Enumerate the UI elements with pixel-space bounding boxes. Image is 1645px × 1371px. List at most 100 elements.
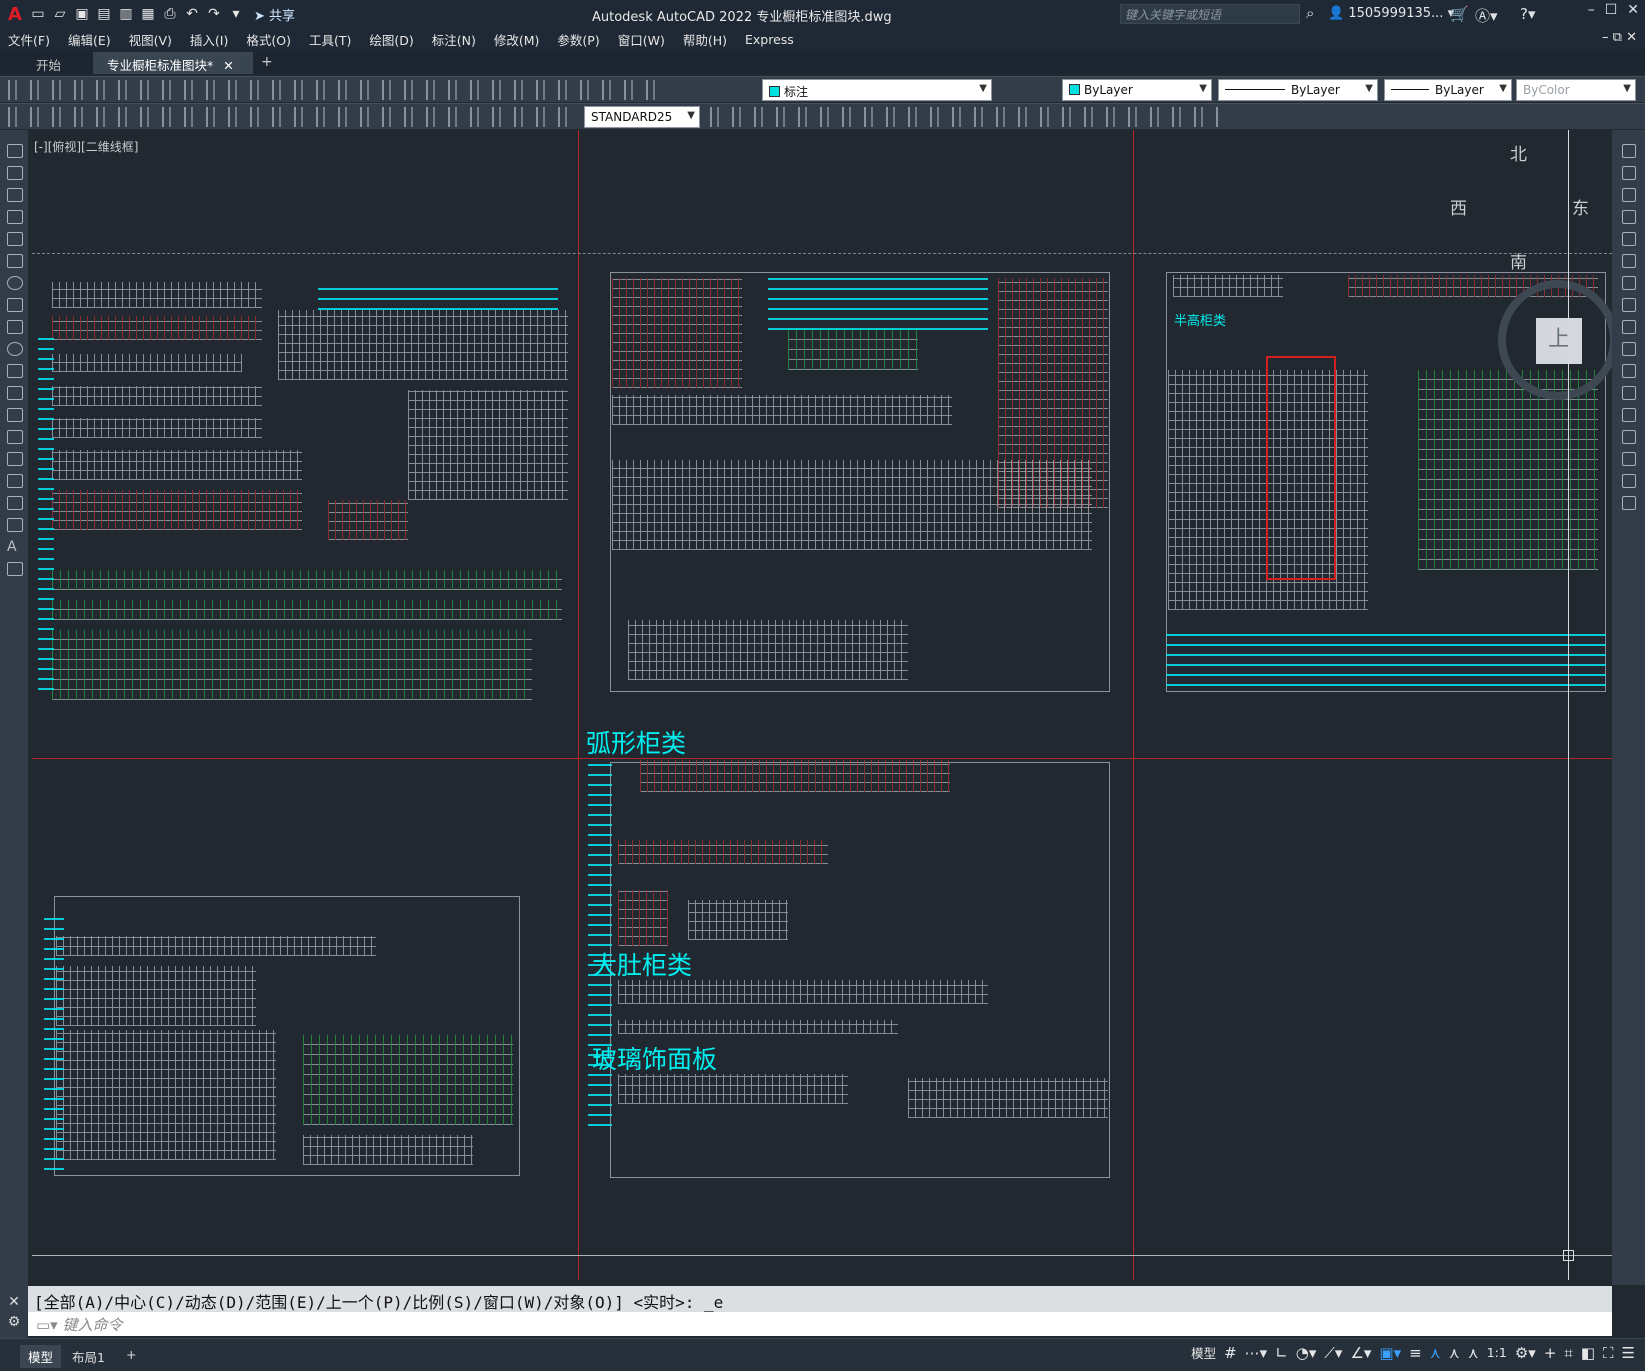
menu-file[interactable]: 文件(F) <box>8 30 50 49</box>
viewcube-west[interactable]: 西 <box>1450 194 1467 219</box>
add-selected-icon[interactable] <box>7 562 23 576</box>
tab-layout1[interactable]: 布局1 <box>64 1345 113 1368</box>
customization-menu-icon[interactable]: ☰ <box>1622 1344 1635 1362</box>
linetype-dropdown[interactable]: ByLayer ▼ <box>1218 79 1378 101</box>
break-icon[interactable] <box>1622 386 1636 400</box>
viewport-controls-label[interactable]: [-][俯视][二维线框] <box>34 138 138 155</box>
fillet-icon[interactable] <box>1622 452 1636 466</box>
customize-qa-icon[interactable]: ▾ <box>226 4 246 24</box>
object-snap-icon[interactable]: ▣▾ <box>1379 1344 1401 1362</box>
region-icon[interactable] <box>7 496 23 510</box>
line-tool-icon[interactable] <box>7 144 23 158</box>
command-line-handle[interactable]: ✕ ⚙ <box>0 1282 28 1338</box>
save-as-icon[interactable]: ▤ <box>94 4 114 24</box>
share-button[interactable]: ➤ 共享 <box>254 5 295 24</box>
point-icon[interactable] <box>7 430 23 444</box>
fullscreen-icon[interactable]: ⛶ <box>1603 1344 1614 1362</box>
text-icon[interactable]: A <box>7 540 23 554</box>
extend-icon[interactable] <box>1622 364 1636 378</box>
isodraft-icon[interactable]: ⟋▾ <box>1324 1344 1342 1362</box>
rectangle-icon[interactable] <box>7 232 23 246</box>
command-input[interactable]: ▭▾ 键入命令 <box>28 1312 1612 1336</box>
lineweight-dropdown[interactable]: ByLayer ▼ <box>1384 79 1512 101</box>
hatch-icon[interactable] <box>7 452 23 466</box>
insert-block-icon[interactable] <box>7 386 23 400</box>
menu-edit[interactable]: 编辑(E) <box>68 30 111 49</box>
autocad-logo-icon[interactable]: A <box>4 4 26 25</box>
tab-close-icon[interactable]: ✕ <box>223 58 233 73</box>
arc-icon[interactable] <box>7 254 23 268</box>
make-block-icon[interactable] <box>7 408 23 422</box>
model-space-button[interactable]: 模型 <box>1191 1343 1216 1362</box>
workspace-icon[interactable]: ⚙▾ <box>1515 1344 1536 1362</box>
explode-icon[interactable] <box>1622 496 1636 510</box>
ortho-icon[interactable]: ∟ <box>1275 1344 1288 1362</box>
lineweight-icon[interactable]: ≡ <box>1409 1344 1422 1362</box>
document-window-controls[interactable]: – ⧉ ✕ <box>1602 30 1637 45</box>
maximize-button[interactable]: ☐ <box>1605 2 1618 18</box>
erase-icon[interactable] <box>1622 144 1636 158</box>
plotstyle-dropdown[interactable]: ByColor ▼ <box>1516 79 1636 101</box>
minimize-button[interactable]: – <box>1588 2 1595 18</box>
scale-icon[interactable] <box>1622 298 1636 312</box>
open-file-icon[interactable]: ▱ <box>50 4 70 24</box>
annotation-monitor-icon[interactable]: + <box>1544 1344 1557 1362</box>
construction-line-icon[interactable] <box>7 166 23 180</box>
copy-icon[interactable] <box>1622 166 1636 180</box>
menu-parametric[interactable]: 参数(P) <box>557 30 599 49</box>
drawing-canvas[interactable]: [-][俯视][二维线框] 半高柜类 弧形柜类 大肚柜类 玻璃饰面板 上 北 南… <box>28 130 1612 1280</box>
osnap-icon[interactable]: ∠▾ <box>1350 1344 1371 1362</box>
viewcube-east[interactable]: 东 <box>1572 194 1589 219</box>
spline-icon[interactable] <box>7 320 23 334</box>
new-file-icon[interactable]: ▭ <box>28 4 48 24</box>
mirror-icon[interactable] <box>1622 188 1636 202</box>
circle-icon[interactable] <box>7 276 23 290</box>
dimension-toolbar-icons[interactable] <box>8 107 578 127</box>
standard-toolbar-icons[interactable] <box>8 80 668 100</box>
array-icon[interactable] <box>1622 232 1636 246</box>
chamfer-icon[interactable] <box>1622 430 1636 444</box>
blend-icon[interactable] <box>1622 474 1636 488</box>
save-web-icon[interactable]: ▦ <box>138 4 158 24</box>
close-button[interactable]: ✕ <box>1627 2 1639 18</box>
trim-icon[interactable] <box>1622 342 1636 356</box>
grid-icon[interactable]: # <box>1224 1344 1237 1362</box>
revision-cloud-icon[interactable] <box>7 298 23 312</box>
undo-icon[interactable]: ↶ <box>182 4 202 24</box>
auto-scale-icon[interactable]: ⋏ <box>1449 1344 1460 1362</box>
gradient-icon[interactable] <box>7 474 23 488</box>
menu-express[interactable]: Express <box>745 32 794 47</box>
menu-draw[interactable]: 绘图(D) <box>369 30 413 49</box>
search-icon[interactable]: ⌕ <box>1306 4 1314 22</box>
user-account[interactable]: 👤 1505999135... ▾ <box>1328 6 1454 21</box>
menu-tools[interactable]: 工具(T) <box>309 30 351 49</box>
cart-icon[interactable]: 🛒 <box>1450 5 1469 23</box>
tab-start[interactable]: 开始 <box>22 52 75 74</box>
autodesk-app-icon[interactable]: Ⓐ▾ <box>1475 5 1498 26</box>
menu-view[interactable]: 视图(V) <box>129 30 172 49</box>
menu-modify[interactable]: 修改(M) <box>494 30 540 49</box>
search-input[interactable]: 键入关键字或短语 <box>1120 4 1300 24</box>
modify-toolbar-icons[interactable] <box>710 107 1220 127</box>
ellipse-icon[interactable] <box>7 342 23 356</box>
help-icon[interactable]: ?▾ <box>1520 5 1536 23</box>
menu-format[interactable]: 格式(O) <box>246 30 291 49</box>
color-dropdown[interactable]: ByLayer ▼ <box>1062 79 1212 101</box>
quick-properties-icon[interactable]: ◧ <box>1581 1344 1595 1362</box>
join-icon[interactable] <box>1622 408 1636 422</box>
dimstyle-dropdown[interactable]: STANDARD25 ▼ <box>584 106 700 128</box>
redo-icon[interactable]: ↷ <box>204 4 224 24</box>
wrench-icon[interactable]: ⚙ <box>0 1314 28 1330</box>
ellipse-arc-icon[interactable] <box>7 364 23 378</box>
menu-help[interactable]: 帮助(H) <box>683 30 727 49</box>
save-icon[interactable]: ▣ <box>72 4 92 24</box>
tab-model[interactable]: 模型 <box>20 1345 62 1368</box>
close-icon[interactable]: ✕ <box>0 1294 28 1310</box>
snap-icon[interactable]: ⋯▾ <box>1245 1344 1268 1362</box>
menu-window[interactable]: 窗口(W) <box>618 30 665 49</box>
add-layout-button[interactable]: + <box>118 1345 144 1364</box>
viewcube-south[interactable]: 南 <box>1510 248 1527 273</box>
polyline-icon[interactable] <box>7 188 23 202</box>
viewcube-top-face[interactable]: 上 <box>1536 318 1582 364</box>
annotation-visibility-icon[interactable]: ⋏ <box>1430 1344 1441 1362</box>
